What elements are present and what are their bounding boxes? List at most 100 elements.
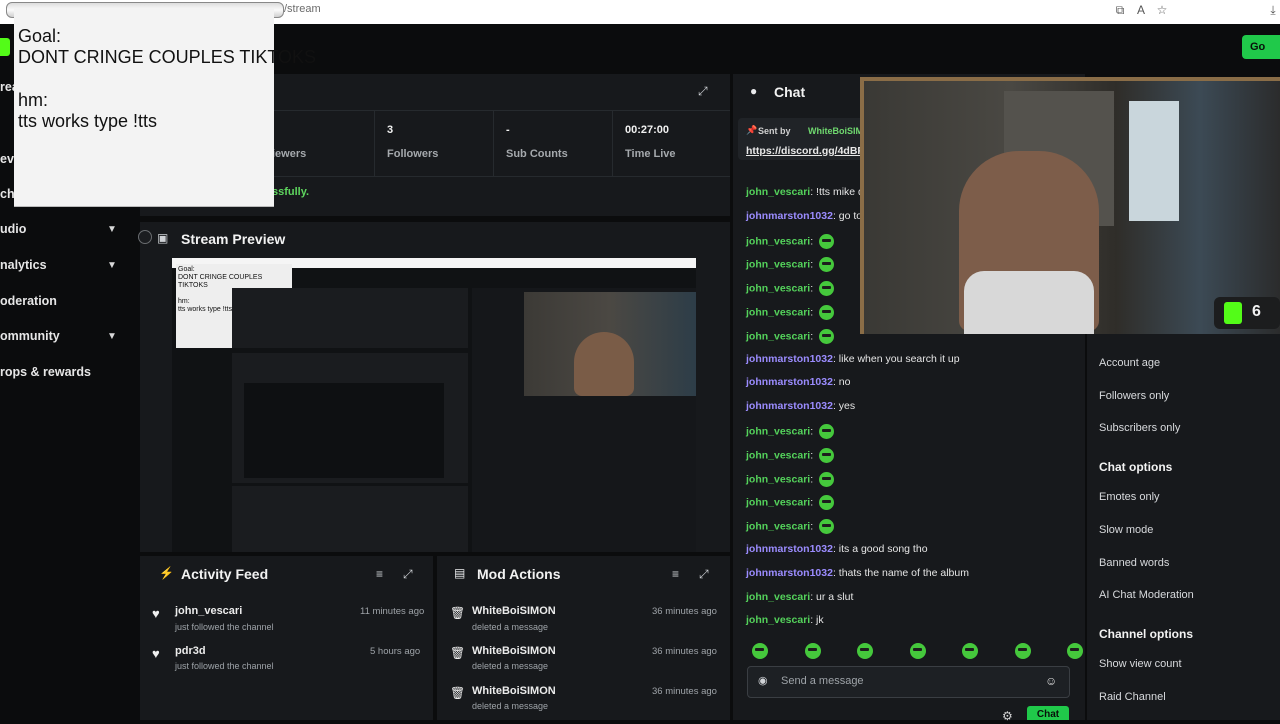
chat-username[interactable]: johnmarston1032 [746,400,833,412]
chat-username[interactable]: john_vescari [746,520,810,532]
chat-separator: : [810,425,817,438]
chat-message: johnmarston1032: go to [746,210,862,222]
emote-icon [819,233,835,249]
setting-subscribers-only[interactable]: Subscribers only [1099,422,1180,434]
emote-picker-icon[interactable] [804,642,821,659]
setting-raid-channel[interactable]: Raid Channel [1099,691,1166,703]
webcam-person-shirt [964,271,1094,334]
chat-message-text: go to [838,209,863,222]
sub-count-value: - [506,124,510,136]
setting-followers-only[interactable]: Followers only [1099,390,1169,402]
chat-separator: : [810,258,817,271]
sidebar-item-drops-rewards[interactable]: rops & rewards [0,365,91,379]
emote-picker-icon[interactable] [857,642,873,659]
chat-separator: : [810,330,817,343]
shield-icon[interactable]: ◉ [758,674,768,687]
kick-logo-icon[interactable] [0,38,10,56]
chat-username[interactable]: john_vescari [746,449,810,461]
setting-slow-mode[interactable]: Slow mode [1099,524,1153,536]
expand-icon[interactable]: ⤢ [698,84,708,99]
setting-ai-chat-moderation[interactable]: AI Chat Moderation [1099,589,1194,601]
bookmark-star-icon[interactable]: ☆ [1155,3,1169,17]
preview-stream [232,353,468,483]
chat-username[interactable]: john_vescari [746,425,810,437]
chat-username[interactable]: john_vescari [746,591,810,603]
mod-actions-title: Mod Actions [477,566,561,582]
chat-username[interactable]: john_vescari [746,282,810,294]
emote-picker-icon[interactable] [1067,642,1083,659]
expand-icon[interactable]: ⤢ [403,567,413,582]
download-icon[interactable]: ⤓ [1266,3,1280,17]
clipboard-icon: ▤ [454,566,466,580]
sidebar-item-community[interactable]: ommunity [0,329,60,343]
setting-banned-words[interactable]: Banned words [1099,557,1169,569]
chevron-down-icon[interactable]: ▼ [107,224,117,235]
trash-icon: 🗑 [450,686,466,700]
chat-username[interactable]: john_vescari [746,473,810,485]
chevron-down-icon[interactable]: ▼ [107,260,117,271]
stream-preview-video[interactable]: Goal: DONT CRINGE COUPLES TIKTOKS hm: tt… [172,258,696,552]
feed-username[interactable]: john_vescari [175,605,242,617]
preview-stats [232,288,468,348]
emote-picker-icon[interactable] [909,642,926,659]
address-bar[interactable]: /stream [284,3,321,15]
webcam-overlay: 6 [860,77,1280,334]
emote-picker-icon[interactable] [962,642,978,659]
translate-icon[interactable]: A [1134,3,1148,17]
sidebar-item-audio[interactable]: udio [0,222,26,236]
install-app-icon[interactable]: ⧉ [1113,3,1127,17]
chat-username[interactable]: john_vescari [746,614,810,626]
chat-username[interactable]: johnmarston1032 [746,543,833,555]
go-live-button[interactable]: Go [1242,35,1280,59]
emote-picker-icon[interactable] [1014,642,1031,659]
emote-icon [819,305,835,320]
goal-text: DONT CRINGE COUPLES TIKTOKS [18,47,317,67]
setting-emotes-only[interactable]: Emotes only [1099,491,1160,503]
chat-message-text: !tts mike d [816,186,864,198]
time-live-value: 00:27:00 [625,124,670,136]
feed-username[interactable]: pdr3d [175,645,206,657]
feed-timestamp: 11 minutes ago [360,606,425,617]
gear-icon[interactable]: ⚙ [1002,709,1013,723]
send-chat-button[interactable]: Chat [1027,706,1069,720]
preview-feeds [232,486,468,552]
sidebar-item-analytics[interactable]: nalytics [0,258,47,272]
chat-username[interactable]: johnmarston1032 [746,567,833,579]
emote-picker-icon[interactable] [752,642,768,659]
channel-options-heading: Channel options [1099,627,1193,641]
mod-username[interactable]: WhiteBoiSIMON [472,685,556,697]
mod-username[interactable]: WhiteBoiSIMON [472,645,556,657]
expand-icon[interactable]: ⤢ [699,567,709,582]
pinned-link[interactable]: https://discord.gg/4dBF [746,145,864,157]
mod-username[interactable]: WhiteBoiSIMON [472,605,556,617]
viewer-count: 6 [1252,303,1261,320]
filter-icon[interactable]: ≡ [376,567,383,581]
hm-label: hm: [18,90,49,110]
emote-icon [819,495,835,511]
setting-account-age[interactable]: Account age [1099,357,1160,369]
overlay-pin-icon [138,230,152,244]
chat-username[interactable]: john_vescari [746,306,810,318]
pinned-username[interactable]: WhiteBoiSIM [808,126,863,136]
chat-username[interactable]: john_vescari [746,497,810,509]
chat-username[interactable]: johnmarston1032 [746,353,833,365]
chat-message: johnmarston1032: thats the name of the a… [746,567,969,579]
chat-username[interactable]: john_vescari [746,259,810,271]
feed-timestamp: 5 hours ago [370,646,421,657]
chat-username[interactable]: john_vescari [746,186,810,198]
chat-separator: : [810,282,817,295]
filter-icon[interactable]: ≡ [672,567,679,581]
chat-username[interactable]: john_vescari [746,235,810,247]
chat-username[interactable]: john_vescari [746,330,810,342]
chevron-down-icon[interactable]: ▼ [107,331,117,342]
setting-show-view-count[interactable]: Show view count [1099,658,1182,670]
chat-input-placeholder: Send a message [781,675,864,687]
emoji-icon[interactable]: ☺ [1045,674,1057,688]
stream-preview-title: Stream Preview [181,231,286,247]
viewers-label: iewers [272,148,307,160]
chat-username[interactable]: johnmarston1032 [746,210,833,222]
chat-message: johnmarston1032: no [746,376,850,388]
sidebar-item-moderation[interactable]: oderation [0,294,57,308]
divider [493,110,494,176]
chat-username[interactable]: johnmarston1032 [746,376,833,388]
